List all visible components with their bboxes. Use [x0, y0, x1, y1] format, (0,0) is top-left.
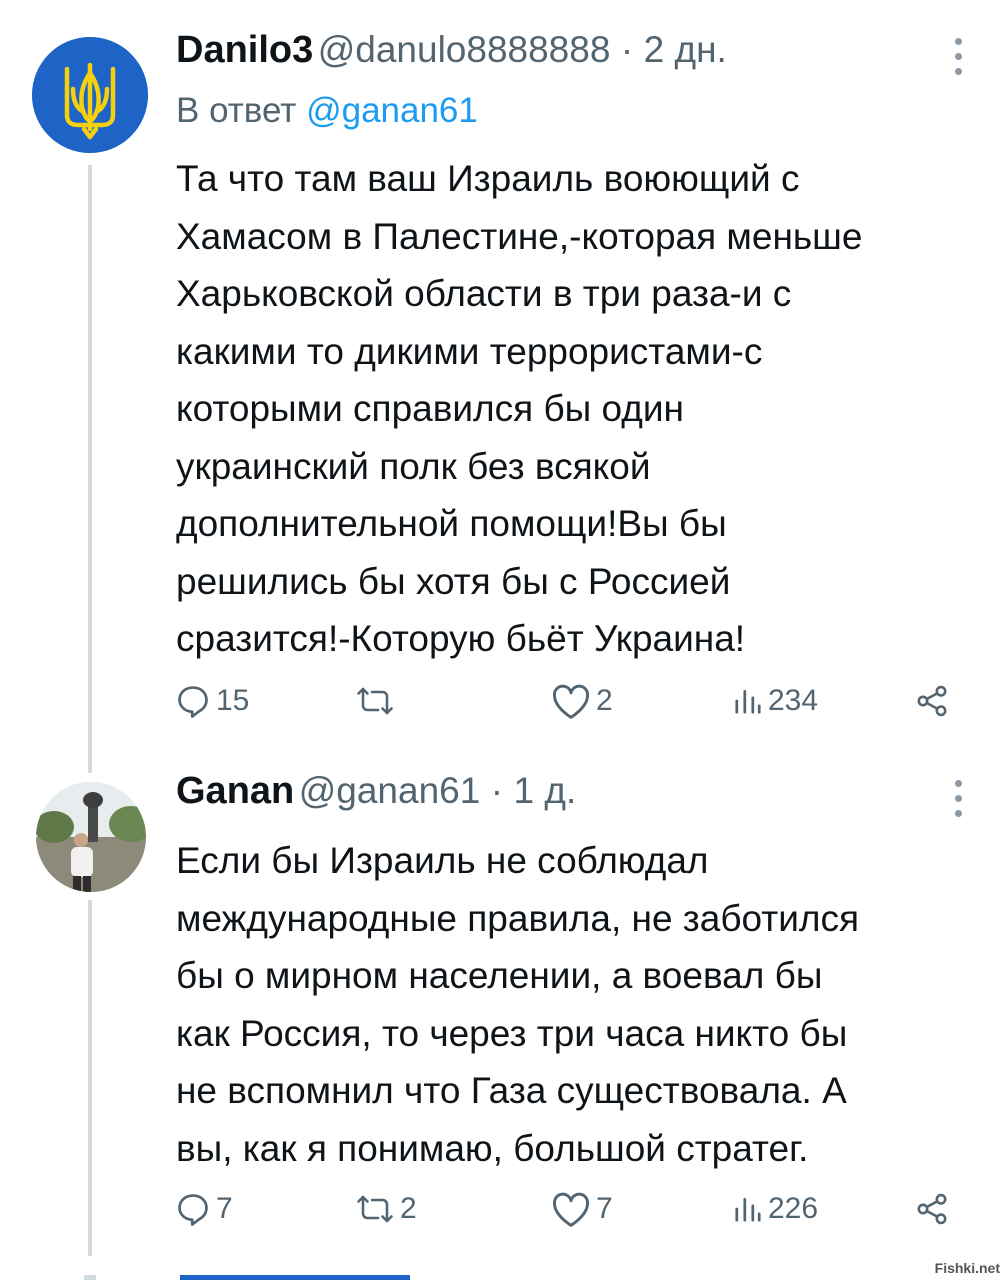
tweet-text: Та что там ваш Израиль воюющий с Хамасом… — [176, 150, 976, 668]
share-button[interactable] — [914, 1184, 950, 1234]
like-count: 7 — [596, 1192, 613, 1225]
user-handle[interactable]: @ganan61 — [299, 770, 481, 811]
tweet-text-line: Хамасом в Палестине,-которая меньше — [176, 215, 863, 257]
tweet-text-line: которыми справился бы один — [176, 388, 684, 429]
tweet-text-line: сразится!-Которую бьёт Украина! — [176, 618, 746, 659]
views-button[interactable]: 226 — [732, 1184, 818, 1234]
views-button[interactable]: 234 — [732, 676, 818, 726]
tweet-text-line: Если бы Израиль не соблюдал — [176, 840, 709, 881]
tweet-2[interactable]: Ganan @ganan61 · 1 д. Если бы Израиль не… — [0, 752, 1008, 1256]
ukraine-trident-icon — [32, 37, 148, 153]
display-name[interactable]: Danilo3 — [176, 29, 313, 71]
tweet-text-line: международные правила, не заботился — [176, 897, 860, 939]
reply-button[interactable]: 15 — [174, 676, 249, 726]
watermark: Fishki.net — [934, 1260, 1000, 1276]
action-bar: 7 2 7 226 — [0, 1184, 1008, 1234]
tweet-text-line: украинский полк без всякой — [176, 445, 651, 487]
retweet-button[interactable] — [354, 676, 400, 726]
retweet-icon — [357, 1195, 393, 1223]
tweet-text-line: бы о мирном населении, а воевал бы — [176, 955, 823, 996]
share-icon — [917, 685, 947, 717]
views-count: 234 — [768, 684, 819, 717]
like-button[interactable]: 7 — [550, 1184, 613, 1234]
retweet-icon — [357, 687, 393, 715]
separator-dot: · — [490, 770, 504, 811]
action-bar: 15 2 234 — [0, 676, 1008, 726]
avatar-ukraine-trident[interactable] — [32, 37, 148, 153]
tweet-text-line: как Россия, то через три часа никто бы — [176, 1012, 848, 1054]
timestamp[interactable]: 1 д. — [514, 770, 577, 811]
reply-prefix: В ответ — [176, 91, 297, 130]
separator-dot: · — [620, 29, 634, 70]
avatar-ganan[interactable] — [36, 782, 146, 892]
retweet-button[interactable]: 2 — [354, 1184, 417, 1234]
views-chart-icon — [735, 1198, 761, 1222]
next-tweet-header-hint — [180, 1275, 410, 1280]
more-options-icon[interactable] — [952, 780, 964, 825]
like-button[interactable]: 2 — [550, 676, 613, 726]
reply-count: 15 — [216, 684, 250, 717]
user-handle[interactable]: @danulo8888888 — [318, 29, 611, 70]
tweet-text-line: Харьковской области в три раза-и с — [176, 273, 792, 314]
views-count: 226 — [768, 1192, 819, 1225]
reply-button[interactable]: 7 — [174, 1184, 233, 1234]
timestamp[interactable]: 2 дн. — [644, 29, 727, 70]
tweet-header: Danilo3 @danulo8888888 · 2 дн. — [176, 29, 727, 72]
heart-icon — [552, 684, 590, 719]
tweet-header: Ganan @ganan61 · 1 д. — [176, 770, 576, 813]
tweet-text-line: Та что там ваш Израиль воюющий с — [176, 158, 800, 199]
share-button[interactable] — [914, 676, 950, 726]
more-options-icon[interactable] — [952, 38, 964, 83]
tweet-text-line: какими то дикими террористами-с — [176, 330, 763, 372]
tweet-text-line: дополнительной помощи!Вы бы — [176, 503, 727, 544]
reply-count: 7 — [216, 1192, 233, 1225]
next-tweet-thread-hint — [84, 1275, 96, 1280]
reply-handle-link[interactable]: @ganan61 — [306, 91, 478, 130]
tweet-1[interactable]: Danilo3 @danulo8888888 · 2 дн. В ответ @… — [0, 0, 1008, 773]
share-icon — [917, 1193, 947, 1225]
reply-to-line: В ответ @ganan61 — [176, 91, 478, 131]
tweet-text-line: вы, как я понимаю, большой стратег. — [176, 1127, 809, 1169]
retweet-count: 2 — [400, 1192, 417, 1225]
heart-icon — [552, 1192, 590, 1227]
user-photo-avatar — [36, 782, 146, 892]
display-name[interactable]: Ganan — [176, 770, 294, 812]
tweet-text-line: не вспомнил что Газа существовала. А — [176, 1070, 847, 1111]
reply-icon — [178, 686, 208, 718]
views-chart-icon — [735, 690, 761, 714]
reply-icon — [178, 1194, 208, 1226]
like-count: 2 — [596, 684, 613, 717]
tweet-text: Если бы Израиль не соблюдал международны… — [176, 832, 976, 1177]
tweet-text-line: решились бы хотя бы с Россией — [176, 560, 731, 602]
